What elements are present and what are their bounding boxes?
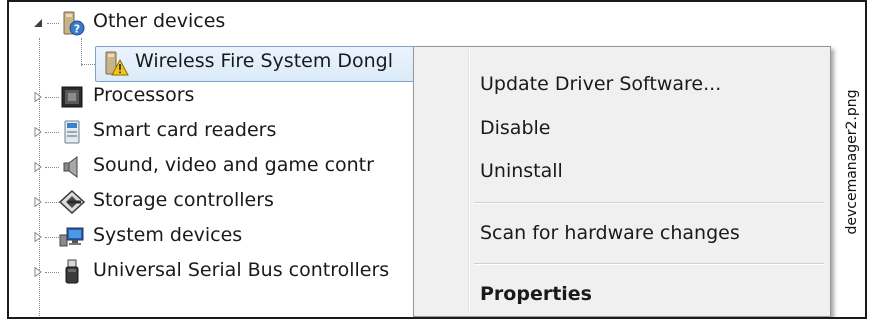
- device-manager-window: ? Other devices Wireless Fire System Don…: [7, 0, 867, 319]
- file-name-caption: devcemanager2.png: [844, 89, 860, 235]
- tree-node-other-devices[interactable]: ? Other devices: [9, 6, 429, 40]
- expand-arrow-icon[interactable]: [33, 127, 43, 137]
- tree-connector-line: [47, 23, 59, 24]
- tree-node-usb-controllers[interactable]: Universal Serial Bus controllers: [9, 255, 409, 289]
- tree-node-label: Processors: [93, 84, 195, 106]
- tree-node-label: Storage controllers: [93, 189, 274, 211]
- expand-arrow-icon[interactable]: [33, 162, 43, 172]
- menu-item-properties[interactable]: Properties: [480, 283, 592, 305]
- tree-node-wireless-fire-system-dongle[interactable]: Wireless Fire System Dongl: [95, 46, 431, 80]
- menu-item-scan-for-hardware-changes[interactable]: Scan for hardware changes: [480, 222, 740, 244]
- system-devices-icon: [59, 226, 84, 248]
- menu-gutter-divider: [468, 50, 470, 313]
- tree-connector-line: [45, 97, 59, 98]
- tree-connector-line: [45, 237, 59, 238]
- tree-connector-line: [45, 132, 59, 133]
- tree-connector-line: [81, 38, 82, 66]
- tree-node-label: Universal Serial Bus controllers: [93, 259, 390, 281]
- tree-node-label: Smart card readers: [93, 119, 277, 141]
- warning-device-icon: [103, 51, 129, 76]
- expand-arrow-icon[interactable]: [33, 92, 43, 102]
- tree-connector-line: [45, 202, 59, 203]
- collapse-arrow-icon[interactable]: [33, 18, 43, 28]
- tree-connector-line: [45, 167, 59, 168]
- context-menu: Update Driver Software... Disable Uninst…: [413, 46, 831, 317]
- expand-arrow-icon[interactable]: [33, 267, 43, 277]
- menu-item-uninstall[interactable]: Uninstall: [480, 160, 563, 182]
- tree-node-system-devices[interactable]: System devices: [9, 220, 429, 254]
- tree-node-label: Wireless Fire System Dongl: [135, 50, 394, 72]
- usb-icon: [65, 259, 87, 284]
- menu-item-disable[interactable]: Disable: [480, 117, 550, 139]
- tree-connector-line: [45, 272, 59, 273]
- tree-node-label: Sound, video and game contr: [93, 154, 374, 176]
- menu-item-update-driver-software[interactable]: Update Driver Software...: [480, 73, 721, 95]
- smart-card-reader-icon: [63, 120, 85, 144]
- tree-node-storage-controllers[interactable]: Storage controllers: [9, 185, 429, 219]
- tree-node-smart-card-readers[interactable]: Smart card readers: [9, 115, 429, 149]
- tree-node-label: System devices: [93, 224, 243, 246]
- tree-node-sound-video-game-controllers[interactable]: Sound, video and game contr: [9, 150, 409, 184]
- expand-arrow-icon[interactable]: [33, 197, 43, 207]
- unknown-device-icon: ?: [61, 11, 85, 36]
- processor-icon: [61, 86, 83, 108]
- speaker-icon: [61, 156, 83, 178]
- storage-controller-icon: [59, 190, 85, 214]
- menu-separator: [474, 202, 824, 204]
- tree-node-processors[interactable]: Processors: [9, 80, 429, 114]
- svg-text:?: ?: [74, 23, 80, 36]
- expand-arrow-icon[interactable]: [33, 232, 43, 242]
- tree-node-label: Other devices: [93, 10, 226, 32]
- menu-separator: [474, 263, 824, 265]
